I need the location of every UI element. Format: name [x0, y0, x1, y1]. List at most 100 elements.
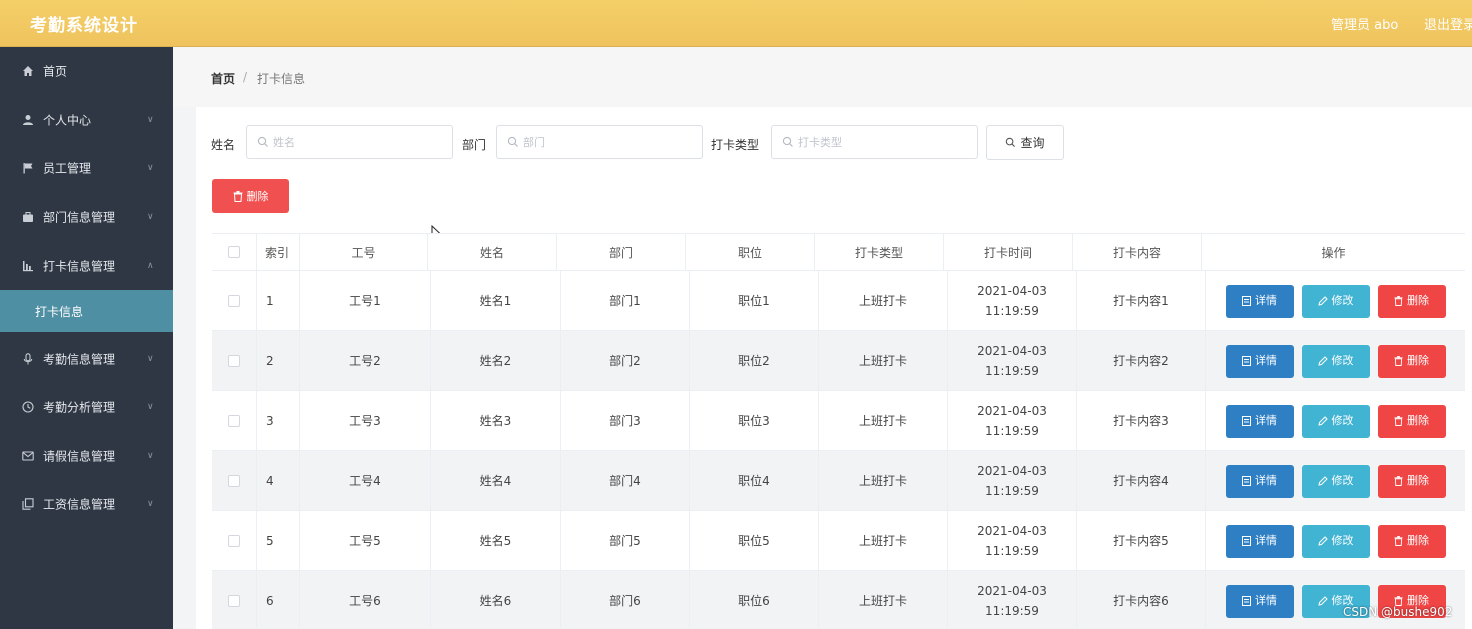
- row-checkbox[interactable]: [228, 415, 240, 427]
- cell-name: 姓名4: [431, 451, 561, 511]
- cell-actions: 详情 修改 删除: [1206, 511, 1465, 571]
- trash-icon: [1394, 356, 1403, 366]
- chevron-down-icon: ∨: [147, 354, 154, 364]
- cell-position: 职位6: [690, 571, 819, 629]
- pencil-icon: [1317, 416, 1328, 426]
- cell-time: 2021-04-03 11:19:59: [948, 511, 1077, 571]
- row-select[interactable]: [212, 391, 257, 451]
- edit-button[interactable]: 修改: [1301, 344, 1370, 378]
- breadcrumb-home[interactable]: 首页: [211, 70, 235, 87]
- sidebar-item-leave-management[interactable]: 请假信息管理 ∨: [0, 432, 173, 480]
- logout-link[interactable]: 退出登录: [1424, 14, 1472, 33]
- delete-button[interactable]: 删除: [1377, 284, 1446, 318]
- user-icon: [22, 114, 34, 126]
- delete-button[interactable]: 删除: [1377, 464, 1446, 498]
- table-row: 4 工号4 姓名4 部门4 职位4 上班打卡 2021-04-03 11:19:…: [212, 451, 1465, 511]
- sidebar-item-home[interactable]: 首页: [0, 47, 173, 95]
- cell-dept: 部门1: [561, 271, 690, 331]
- sidebar-item-label: 员工管理: [43, 161, 92, 176]
- edit-button[interactable]: 修改: [1301, 524, 1370, 558]
- sidebar-item-attendance-analysis[interactable]: 考勤分析管理 ∨: [0, 383, 173, 431]
- cell-actions: 详情 修改 删除: [1206, 571, 1465, 629]
- cell-type: 上班打卡: [819, 271, 948, 331]
- cell-type: 上班打卡: [819, 511, 948, 571]
- clock-type-search-field[interactable]: [771, 125, 978, 159]
- edit-button[interactable]: 修改: [1301, 464, 1370, 498]
- sidebar-item-employee-management[interactable]: 员工管理 ∨: [0, 144, 173, 192]
- header-select-all[interactable]: [212, 234, 257, 272]
- row-checkbox[interactable]: [228, 295, 240, 307]
- row-select[interactable]: [212, 571, 257, 629]
- bar-chart-icon: [22, 260, 34, 272]
- document-icon: [1242, 416, 1251, 426]
- table-row: 1 工号1 姓名1 部门1 职位1 上班打卡 2021-04-03 11:19:…: [212, 271, 1465, 331]
- column-header: 操作: [1321, 246, 1346, 260]
- microphone-icon: [22, 353, 34, 365]
- detail-button[interactable]: 详情: [1225, 284, 1294, 318]
- dept-search-field[interactable]: [496, 125, 703, 159]
- cell-name: 姓名3: [431, 391, 561, 451]
- cell-position: 职位2: [690, 331, 819, 391]
- cell-emp-no: 工号4: [300, 451, 431, 511]
- sidebar-item-attendance-management[interactable]: 考勤信息管理 ∨: [0, 335, 173, 383]
- edit-button[interactable]: 修改: [1301, 404, 1370, 438]
- sidebar-item-label: 首页: [43, 64, 68, 79]
- cell-type: 上班打卡: [819, 451, 948, 511]
- cell-type: 上班打卡: [819, 391, 948, 451]
- detail-button[interactable]: 详情: [1225, 524, 1294, 558]
- name-input[interactable]: [273, 132, 433, 152]
- mail-icon: [22, 450, 34, 462]
- delete-button[interactable]: 删除: [1377, 404, 1446, 438]
- row-checkbox[interactable]: [228, 595, 240, 607]
- detail-button[interactable]: 详情: [1225, 404, 1294, 438]
- chevron-down-icon: ∨: [147, 115, 154, 125]
- sidebar-item-clock-in-management[interactable]: 打卡信息管理 ∧: [0, 242, 173, 290]
- detail-label: 详情: [1255, 594, 1277, 607]
- dept-input[interactable]: [523, 132, 683, 152]
- delete-button[interactable]: 删除: [1377, 524, 1446, 558]
- sidebar-item-personal-center[interactable]: 个人中心 ∨: [0, 96, 173, 144]
- clock-type-input[interactable]: [798, 132, 958, 152]
- cell-actions: 详情 修改 删除: [1206, 391, 1465, 451]
- detail-label: 详情: [1255, 474, 1277, 487]
- sidebar-item-department-management[interactable]: 部门信息管理 ∨: [0, 193, 173, 241]
- row-select[interactable]: [212, 331, 257, 391]
- detail-button[interactable]: 详情: [1225, 344, 1294, 378]
- sidebar-item-label: 打卡信息管理: [43, 259, 116, 274]
- batch-delete-label: 删除: [246, 190, 269, 203]
- query-button[interactable]: 查询: [986, 125, 1064, 160]
- sidebar-subitem-clock-in-info[interactable]: 打卡信息: [0, 290, 173, 332]
- cell-actions: 详情 修改 删除: [1206, 451, 1465, 511]
- trash-icon: [1394, 536, 1403, 546]
- breadcrumb-current: 打卡信息: [257, 72, 306, 86]
- sidebar-item-label: 考勤分析管理: [43, 400, 116, 415]
- row-checkbox[interactable]: [228, 535, 240, 547]
- cell-time: 2021-04-03 11:19:59: [948, 271, 1077, 331]
- row-select[interactable]: [212, 451, 257, 511]
- breadcrumb-separator: /: [243, 70, 248, 84]
- name-search-field[interactable]: [246, 125, 453, 159]
- row-select[interactable]: [212, 511, 257, 571]
- delete-label: 删除: [1407, 294, 1429, 307]
- cell-index: 1: [257, 271, 300, 331]
- sidebar-item-salary-management[interactable]: 工资信息管理 ∨: [0, 480, 173, 528]
- chevron-down-icon: ∨: [147, 163, 154, 173]
- document-icon: [1242, 356, 1251, 366]
- trash-icon: [1394, 296, 1403, 306]
- cell-position: 职位4: [690, 451, 819, 511]
- top-bar: 考勤系统设计 管理员 abo 退出登录: [0, 0, 1472, 47]
- delete-button[interactable]: 删除: [1377, 344, 1446, 378]
- pencil-icon: [1317, 596, 1328, 606]
- row-checkbox[interactable]: [228, 475, 240, 487]
- detail-button[interactable]: 详情: [1225, 584, 1294, 618]
- document-icon: [1242, 476, 1251, 486]
- detail-button[interactable]: 详情: [1225, 464, 1294, 498]
- row-checkbox[interactable]: [228, 355, 240, 367]
- select-all-checkbox[interactable]: [228, 246, 240, 258]
- document-icon: [1242, 296, 1251, 306]
- edit-label: 修改: [1331, 534, 1354, 547]
- edit-button[interactable]: 修改: [1301, 284, 1370, 318]
- batch-delete-button[interactable]: 删除: [212, 179, 289, 213]
- row-select[interactable]: [212, 271, 257, 331]
- dept-label: 部门: [462, 138, 487, 152]
